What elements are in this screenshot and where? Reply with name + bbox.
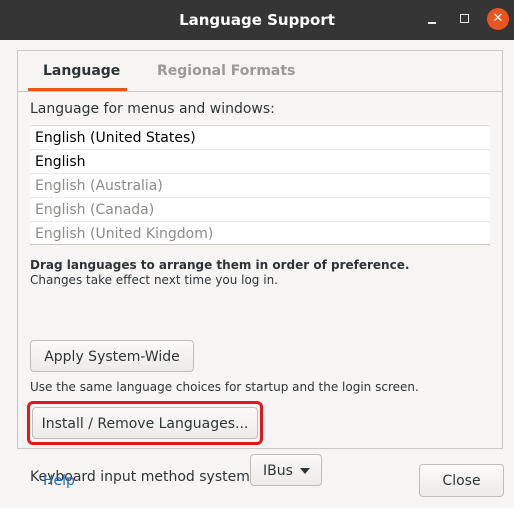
active-tab-indicator bbox=[28, 88, 127, 91]
list-item-english-united-states[interactable]: English (United States) bbox=[35, 130, 196, 146]
dropdown-arrow-icon bbox=[300, 468, 310, 474]
list-item-english[interactable]: English bbox=[35, 154, 86, 170]
tab-bar: Language Regional Formats bbox=[18, 51, 502, 92]
maximize-button[interactable] bbox=[453, 8, 475, 30]
list-separator bbox=[30, 197, 490, 198]
install-remove-languages-button[interactable]: Install / Remove Languages... bbox=[32, 407, 258, 439]
use-same-hint: Use the same language choices for startu… bbox=[30, 380, 419, 394]
list-separator bbox=[30, 221, 490, 222]
close-window-button[interactable]: ✕ bbox=[487, 8, 509, 30]
minimize-button[interactable] bbox=[421, 8, 443, 30]
settings-notebook: Language Regional Formats Language for m… bbox=[17, 50, 503, 486]
keyboard-input-select[interactable]: IBus bbox=[250, 454, 322, 486]
title-bar[interactable]: Language Support ✕ bbox=[0, 0, 514, 40]
list-item-english-united-kingdom[interactable]: English (United Kingdom) bbox=[35, 226, 213, 242]
list-separator bbox=[30, 173, 490, 174]
changes-hint: Changes take effect next time you log in… bbox=[30, 273, 278, 287]
close-button[interactable]: Close bbox=[419, 464, 504, 497]
list-separator bbox=[30, 149, 490, 150]
language-list[interactable]: English (United States) English English … bbox=[30, 125, 490, 245]
maximize-icon bbox=[459, 14, 469, 23]
apply-system-wide-button[interactable]: Apply System-Wide bbox=[30, 340, 194, 372]
close-icon: ✕ bbox=[492, 11, 504, 26]
minimize-icon bbox=[428, 22, 436, 24]
drag-hint: Drag languages to arrange them in order … bbox=[30, 258, 410, 272]
language-support-window: Language Support ✕ Language Regional For… bbox=[0, 0, 514, 508]
language-tab-content: Language for menus and windows: English … bbox=[18, 92, 502, 486]
list-item-english-canada[interactable]: English (Canada) bbox=[35, 202, 154, 218]
help-link[interactable]: Help bbox=[43, 473, 75, 489]
tab-regional-formats[interactable]: Regional Formats bbox=[157, 63, 295, 79]
list-item-english-australia[interactable]: English (Australia) bbox=[35, 178, 163, 194]
language-list-heading: Language for menus and windows: bbox=[30, 101, 275, 117]
keyboard-input-value: IBus bbox=[263, 463, 293, 479]
tab-language[interactable]: Language bbox=[43, 63, 120, 79]
